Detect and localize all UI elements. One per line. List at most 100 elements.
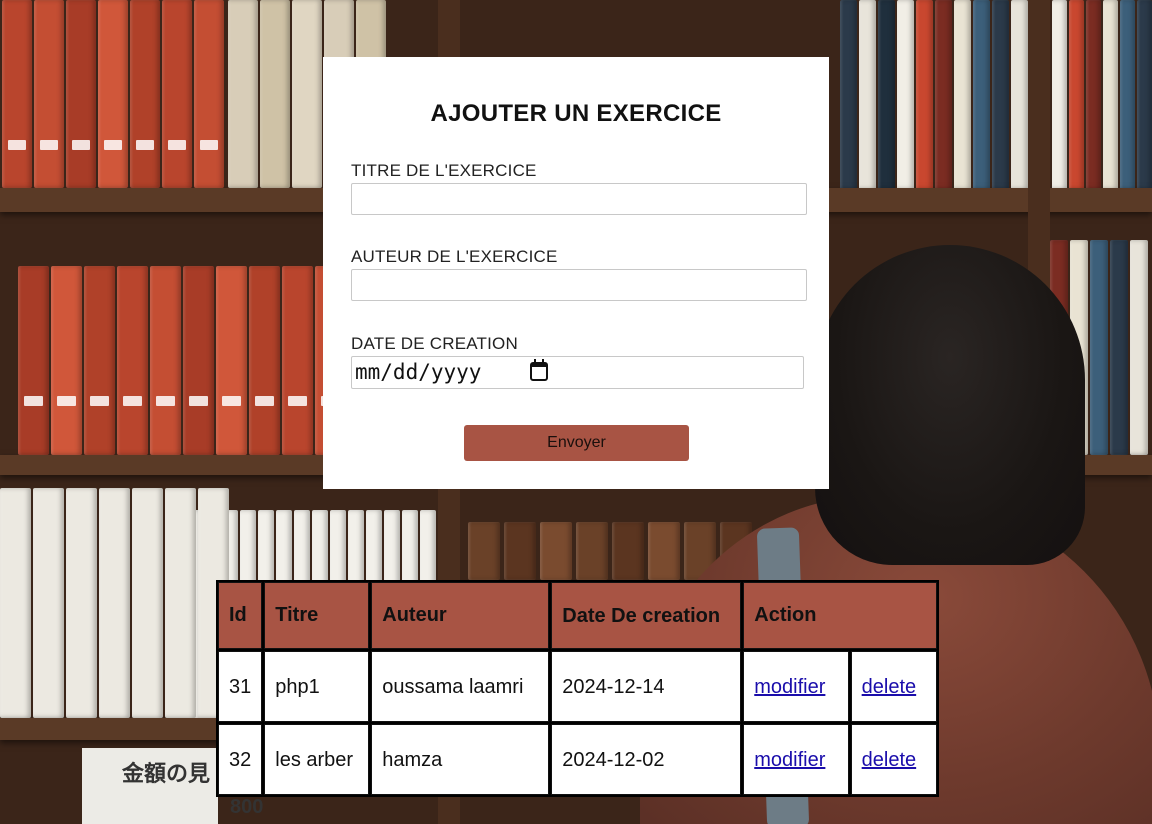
- cell-titre: les arber: [264, 724, 370, 795]
- book-label: [90, 396, 109, 406]
- background-book: [1090, 240, 1108, 455]
- background-book: [973, 0, 990, 190]
- background-book: [859, 0, 876, 190]
- background-book: [33, 488, 64, 718]
- background-book: [51, 266, 82, 455]
- background-book: [897, 0, 914, 190]
- cell-titre: php1: [264, 651, 370, 722]
- background-book: [18, 266, 49, 455]
- cell-delete: delete: [850, 651, 938, 722]
- background-book: [165, 488, 196, 718]
- delete-link[interactable]: delete: [862, 749, 917, 771]
- table-row: 31 php1 oussama laamri 2024-12-14 modifi…: [218, 651, 938, 722]
- book-label: [57, 396, 76, 406]
- background-book: [504, 522, 536, 580]
- cell-edit: modifier: [743, 724, 849, 795]
- header-action: Action: [743, 582, 938, 649]
- background-book: [228, 0, 258, 188]
- cell-date: 2024-12-14: [551, 651, 742, 722]
- book-label: [156, 396, 175, 406]
- background-book: [612, 522, 644, 580]
- cell-date: 2024-12-02: [551, 724, 742, 795]
- background-book: [1086, 0, 1101, 190]
- cell-delete: delete: [850, 724, 938, 795]
- book-label: [288, 396, 307, 406]
- background-book: [249, 266, 280, 455]
- background-book: [1110, 240, 1128, 455]
- background-book: [468, 522, 500, 580]
- book-label: [104, 140, 122, 150]
- background-sign-text: 金額の見: [122, 761, 211, 786]
- background-book: [130, 0, 160, 188]
- add-exercise-form: AJOUTER UN EXERCICE TITRE DE L'EXERCICE …: [323, 57, 829, 489]
- book-label: [136, 140, 154, 150]
- cell-id: 32: [218, 724, 263, 795]
- book-label: [8, 140, 26, 150]
- header-titre: Titre: [264, 582, 370, 649]
- background-book: [132, 488, 163, 718]
- cell-id: 31: [218, 651, 263, 722]
- background-book: [98, 0, 128, 188]
- background-book: [66, 0, 96, 188]
- header-id: Id: [218, 582, 263, 649]
- background-book: [916, 0, 933, 190]
- book-label: [40, 140, 58, 150]
- cell-edit: modifier: [743, 651, 849, 722]
- auteur-input[interactable]: [351, 269, 807, 301]
- background-book: [194, 0, 224, 188]
- auteur-label: AUTEUR DE L'EXERCICE: [351, 247, 558, 266]
- background-book: [162, 0, 192, 188]
- book-label: [189, 396, 208, 406]
- table-header-row: Id Titre Auteur Date De creation Action: [218, 582, 938, 649]
- background-book: [1137, 0, 1152, 190]
- date-label: DATE DE CREATION: [351, 334, 518, 353]
- background-book: [183, 266, 214, 455]
- exercises-table: Id Titre Auteur Date De creation Action …: [216, 580, 940, 797]
- book-label: [222, 396, 241, 406]
- person-hair: [815, 245, 1085, 565]
- background-book: [540, 522, 572, 580]
- titre-input[interactable]: [351, 183, 807, 215]
- book-label: [168, 140, 186, 150]
- background-book: [1052, 0, 1067, 190]
- date-placeholder: mm/dd/yyyy: [355, 360, 482, 384]
- submit-button[interactable]: Envoyer: [464, 425, 689, 461]
- book-label: [123, 396, 142, 406]
- modifier-link[interactable]: modifier: [754, 749, 825, 771]
- book-label: [255, 396, 274, 406]
- background-book: [576, 522, 608, 580]
- book-label: [24, 396, 43, 406]
- modifier-link[interactable]: modifier: [754, 676, 825, 698]
- background-book: [282, 266, 313, 455]
- background-book: [840, 0, 857, 190]
- header-date: Date De creation: [551, 582, 742, 649]
- cell-auteur: oussama laamri: [371, 651, 550, 722]
- background-sign-price: 800円: [230, 796, 264, 818]
- background-book: [1120, 0, 1135, 190]
- book-label: [72, 140, 90, 150]
- background-book: [66, 488, 97, 718]
- background-book: [1103, 0, 1118, 190]
- background-book: [2, 0, 32, 188]
- cell-auteur: hamza: [371, 724, 550, 795]
- background-sign: 金額の見 800円: [82, 748, 263, 824]
- background-book: [648, 522, 680, 580]
- background-book: [34, 0, 64, 188]
- book-label: [200, 140, 218, 150]
- calendar-icon[interactable]: [530, 359, 548, 381]
- delete-link[interactable]: delete: [862, 676, 917, 698]
- background-book: [99, 488, 130, 718]
- background-book: [878, 0, 895, 190]
- background-book: [84, 266, 115, 455]
- background-book: [216, 266, 247, 455]
- background-book: [992, 0, 1009, 190]
- background-book: [292, 0, 322, 188]
- background-book: [954, 0, 971, 190]
- date-input[interactable]: mm/dd/yyyy: [351, 356, 804, 389]
- background-book: [1069, 0, 1084, 190]
- form-title: AJOUTER UN EXERCICE: [430, 100, 722, 127]
- background-book: [935, 0, 952, 190]
- background-book: [150, 266, 181, 455]
- background-book: [1011, 0, 1028, 190]
- background-book: [0, 488, 31, 718]
